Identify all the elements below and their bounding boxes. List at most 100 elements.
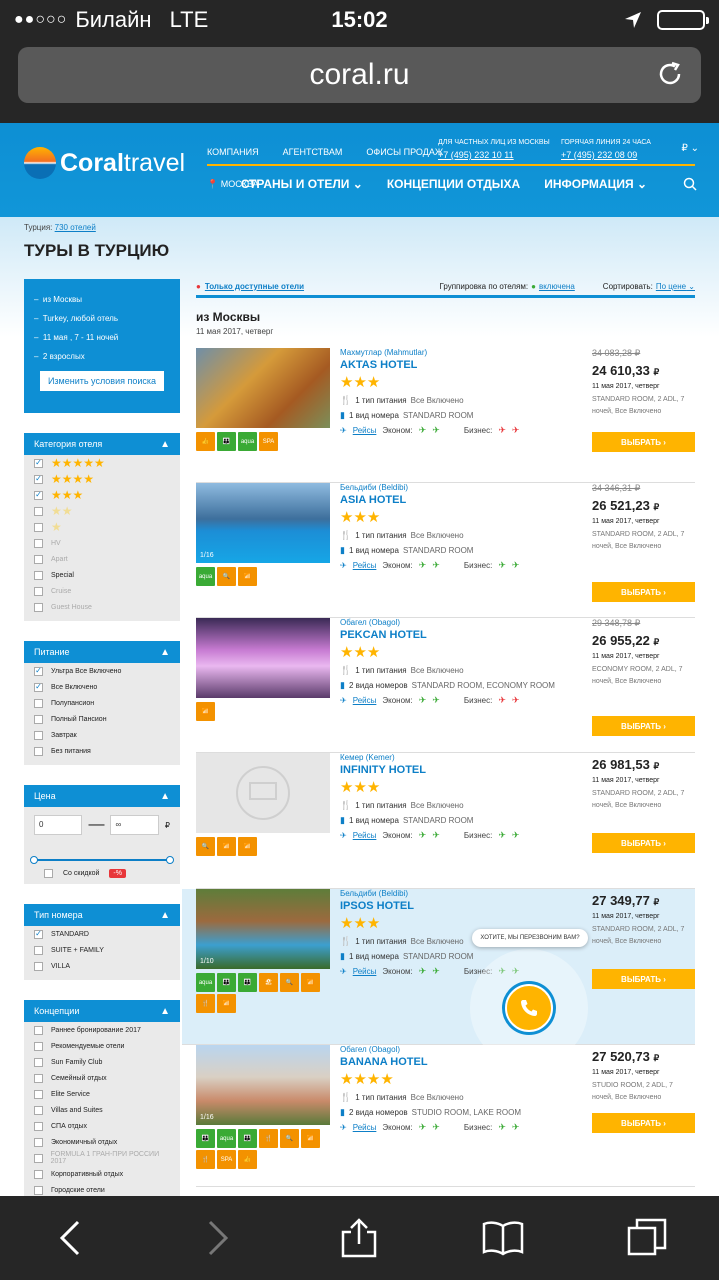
checkbox[interactable]: ✓ [34, 682, 43, 692]
amenity-icon[interactable]: 👍 [196, 432, 215, 451]
breadcrumb-link[interactable]: 730 отелей [55, 223, 96, 232]
select-button[interactable]: ВЫБРАТЬ › [592, 582, 695, 602]
nav-company[interactable]: КОМПАНИЯ [207, 147, 259, 157]
checkbox[interactable] [34, 945, 43, 955]
checkbox[interactable] [34, 1025, 43, 1035]
tabs-icon[interactable] [625, 1216, 669, 1260]
filter-option[interactable]: Без питания [24, 743, 180, 759]
checkbox[interactable] [34, 1073, 43, 1083]
filter-option[interactable]: Полупансион [24, 695, 180, 711]
amenity-icon[interactable]: 👍 [238, 1150, 257, 1169]
checkbox[interactable] [34, 746, 43, 756]
amenity-icon[interactable]: 🔍 [280, 973, 299, 992]
checkbox[interactable] [34, 586, 43, 596]
reload-icon[interactable] [655, 59, 685, 89]
amenity-icon[interactable]: SPA [217, 1150, 236, 1169]
select-button[interactable]: ВЫБРАТЬ › [592, 969, 695, 989]
filter-option[interactable]: VILLA [24, 958, 180, 974]
hotel-photo[interactable]: 1/10 [196, 889, 330, 969]
amenity-icon[interactable]: SPA [259, 432, 278, 451]
nav-offices[interactable]: ОФИСЫ ПРОДАЖ [366, 147, 443, 157]
flights-link[interactable]: Рейсы [353, 696, 377, 705]
checkbox[interactable] [34, 1121, 43, 1131]
filter-option[interactable]: Apart [24, 551, 180, 567]
only-available-toggle[interactable]: Только доступные отели [205, 282, 304, 291]
change-search-button[interactable]: Изменить условия поиска [40, 371, 164, 391]
amenity-icon[interactable]: 📶 [301, 973, 320, 992]
filter-header[interactable]: Концепции ▲ [24, 1000, 180, 1022]
select-button[interactable]: ВЫБРАТЬ › [592, 833, 695, 853]
checkbox[interactable] [34, 554, 43, 564]
nav-concepts[interactable]: КОНЦЕПЦИИ ОТДЫХА [387, 177, 520, 191]
amenity-icon[interactable]: aqua [217, 1129, 236, 1148]
hotel-name[interactable]: PEKCAN HOTEL [340, 629, 590, 641]
price-slider[interactable] [30, 856, 174, 864]
amenity-icon[interactable]: 📶 [217, 994, 236, 1013]
checkbox[interactable]: ✓ [34, 929, 43, 939]
filter-header[interactable]: Категория отеля ▲ [24, 433, 180, 455]
price-from-input[interactable]: 0 [34, 815, 83, 835]
select-button[interactable]: ВЫБРАТЬ › [592, 432, 695, 452]
filter-option[interactable]: ✓ ★★★★★ [24, 455, 180, 471]
checkbox[interactable] [34, 1041, 43, 1051]
filter-option[interactable]: Villas and Suites [24, 1102, 180, 1118]
nav-info[interactable]: ИНФОРМАЦИЯ ⌄ [544, 177, 647, 191]
checkbox[interactable] [34, 1185, 43, 1195]
checkbox[interactable] [34, 506, 43, 516]
checkbox[interactable]: ✓ [34, 490, 43, 500]
filter-option[interactable]: Special [24, 567, 180, 583]
filter-option[interactable]: Раннее бронирование 2017 [24, 1022, 180, 1038]
select-button[interactable]: ВЫБРАТЬ › [592, 1113, 695, 1133]
checkbox[interactable] [34, 1169, 43, 1179]
checkbox[interactable] [34, 522, 43, 532]
flights-link[interactable]: Рейсы [353, 831, 377, 840]
checkbox[interactable] [34, 570, 43, 580]
filter-option[interactable]: SUITE + FAMILY [24, 942, 180, 958]
hotel-region[interactable]: Кемер (Kemer) [340, 753, 590, 762]
hotel-photo[interactable] [196, 618, 330, 698]
amenity-icon[interactable]: 👪 [217, 432, 236, 451]
amenity-icon[interactable]: 📶 [301, 1129, 320, 1148]
checkbox[interactable] [34, 1057, 43, 1067]
filter-option[interactable]: Рекомендуемые отели [24, 1038, 180, 1054]
amenity-icon[interactable]: 🏖 [259, 973, 278, 992]
hotel-region[interactable]: Обагел (Obagol) [340, 618, 590, 627]
hotel-region[interactable]: Махмутлар (Mahmutlar) [340, 348, 590, 357]
filter-option[interactable]: Sun Family Club [24, 1054, 180, 1070]
discount-option[interactable]: Со скидкой -% [24, 869, 180, 878]
filter-option[interactable]: ✓ ★★★★ [24, 471, 180, 487]
checkbox[interactable]: ✓ [34, 666, 43, 676]
nav-agencies[interactable]: АГЕНТСТВАМ [283, 147, 343, 157]
checkbox[interactable] [34, 1089, 43, 1099]
phone-hotline-number[interactable]: +7 (495) 232 08 09 [561, 149, 651, 161]
phone-private-number[interactable]: +7 (495) 232 10 11 [438, 149, 550, 161]
flights-link[interactable]: Рейсы [353, 426, 377, 435]
filter-option[interactable]: ★ [24, 519, 180, 535]
flights-link[interactable]: Рейсы [353, 1123, 377, 1132]
price-to-input[interactable]: ∞ [110, 815, 159, 835]
forward-icon[interactable] [194, 1216, 238, 1260]
sort-select[interactable]: По цене ⌄ [656, 282, 695, 291]
slider-handle-max[interactable] [166, 856, 174, 864]
checkbox[interactable] [34, 1105, 43, 1115]
address-bar[interactable]: coral.ru [18, 47, 701, 103]
nav-countries-hotels[interactable]: СТРАНЫ И ОТЕЛИ ⌄ [241, 177, 363, 191]
checkbox[interactable] [34, 1153, 43, 1163]
filter-option[interactable]: Guest House [24, 599, 180, 615]
coral-travel-logo[interactable]: Coraltravel [24, 147, 185, 179]
amenity-icon[interactable]: 👪 [196, 1129, 215, 1148]
hotel-name[interactable]: IPSOS HOTEL [340, 900, 590, 912]
checkbox[interactable] [34, 698, 43, 708]
hotel-name[interactable]: INFINITY HOTEL [340, 764, 590, 776]
amenity-icon[interactable]: aqua [196, 567, 215, 586]
filter-option[interactable]: Elite Service [24, 1086, 180, 1102]
amenity-icon[interactable]: 📶 [217, 837, 236, 856]
hotel-photo[interactable]: 1/16 [196, 1045, 330, 1125]
filter-option[interactable]: Полный Пансион [24, 711, 180, 727]
select-button[interactable]: ВЫБРАТЬ › [592, 716, 695, 736]
search-icon[interactable] [683, 177, 697, 191]
filter-option[interactable]: HV [24, 535, 180, 551]
amenity-icon[interactable]: 🔍 [280, 1129, 299, 1148]
amenity-icon[interactable]: 👪 [217, 973, 236, 992]
filter-header[interactable]: Тип номера ▲ [24, 904, 180, 926]
